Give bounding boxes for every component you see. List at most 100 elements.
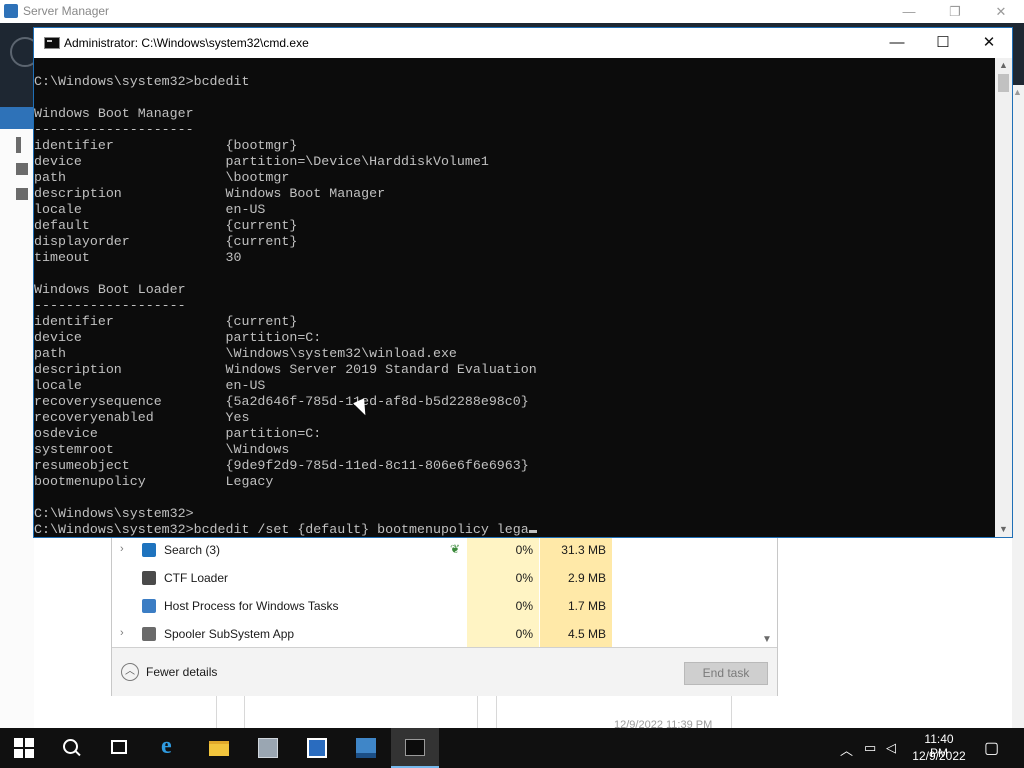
- suspended-leaf-icon: ❦: [450, 542, 461, 556]
- task-manager-scrollbar[interactable]: ▼: [758, 537, 776, 645]
- fewer-details-link[interactable]: Fewer details: [146, 665, 217, 679]
- cmd-titlebar[interactable]: Administrator: C:\Windows\system32\cmd.e…: [34, 28, 1012, 58]
- console-output[interactable]: C:\Windows\system32>bcdedit Windows Boot …: [34, 74, 994, 536]
- network-icon[interactable]: ▭: [864, 740, 876, 756]
- printer-icon: [142, 627, 156, 641]
- console-line: device partition=C:: [34, 330, 322, 345]
- console-line: description Windows Boot Manager: [34, 186, 386, 201]
- console-input-line[interactable]: C:\Windows\system32>bcdedit /set {defaul…: [34, 522, 994, 536]
- cmd-minimize-button[interactable]: —: [874, 28, 920, 58]
- sidebar-item-local-server[interactable]: [16, 137, 21, 153]
- console-line: systemroot \Windows: [34, 442, 290, 457]
- cmd-taskbar-button[interactable]: [391, 728, 439, 768]
- server-manager-title: Server Manager: [23, 4, 110, 18]
- server-manager-sidebar: [0, 107, 34, 728]
- internet-explorer-icon: e: [161, 733, 172, 759]
- clock-date[interactable]: 12/9/2022: [908, 749, 970, 763]
- cmd-icon: [44, 37, 60, 49]
- process-row[interactable]: › Search (3) ❦ 0% 31.3 MB: [112, 537, 777, 565]
- process-cpu: 0%: [467, 621, 539, 649]
- cmd-window: Administrator: C:\Windows\system32\cmd.e…: [33, 27, 1013, 538]
- dashboard-tile[interactable]: [244, 694, 478, 728]
- console-line: description Windows Server 2019 Standard…: [34, 362, 537, 377]
- server-manager-scrollbar[interactable]: ▲: [1012, 85, 1024, 728]
- cmd-maximize-button[interactable]: ☐: [920, 28, 966, 58]
- taskbar: e ︿ ▭ ◁ 11:40 PM 12/9/2022 ▢: [0, 728, 1024, 768]
- notifications-icon[interactable]: ▢: [984, 738, 999, 758]
- console-line: Windows Boot Manager: [34, 106, 194, 121]
- console-line: identifier {current}: [34, 314, 298, 329]
- process-row[interactable]: Host Process for Windows Tasks 0% 1.7 MB: [112, 593, 777, 621]
- task-view-icon: [111, 740, 127, 754]
- console-input-text[interactable]: C:\Windows\system32>bcdedit /set {defaul…: [34, 522, 529, 536]
- ctf-loader-icon: [142, 571, 156, 585]
- search-process-icon: [142, 543, 156, 557]
- process-name: Spooler SubSystem App: [164, 627, 295, 641]
- process-name: Host Process for Windows Tasks: [164, 599, 339, 613]
- console-line: resumeobject {9de9f2d9-785d-11ed-8c11-80…: [34, 458, 529, 473]
- cmd-taskbar-icon: [405, 739, 425, 756]
- process-cpu: 0%: [467, 593, 539, 621]
- show-hidden-icons-chevron[interactable]: ︿: [840, 740, 853, 759]
- file-explorer-icon: [209, 741, 229, 756]
- process-row[interactable]: › Spooler SubSystem App 0% 4.5 MB: [112, 621, 777, 649]
- console-line: timeout 30: [34, 250, 242, 265]
- scroll-up-arrow-icon[interactable]: ▲: [999, 60, 1008, 70]
- process-memory: 4.5 MB: [540, 621, 612, 649]
- file-explorer-button[interactable]: [195, 728, 243, 768]
- sidebar-item-file-storage[interactable]: [16, 188, 28, 200]
- chevron-up-circle-icon[interactable]: ︿: [121, 663, 139, 681]
- task-manager-footer: ︿ Fewer details End task: [112, 647, 777, 696]
- task-manager-window: › Search (3) ❦ 0% 31.3 MB CTF Loader 0% 2.9 MB H…: [111, 537, 778, 696]
- volume-icon[interactable]: ◁: [886, 740, 896, 756]
- server-manager-close-button[interactable]: ✕: [978, 0, 1024, 23]
- scroll-down-arrow-icon[interactable]: ▼: [999, 524, 1008, 534]
- process-name: CTF Loader: [164, 571, 229, 585]
- server-manager-minimize-button[interactable]: —: [886, 0, 932, 23]
- server-manager-titlebar[interactable]: Server Manager — ❐ ✕: [0, 0, 1024, 23]
- console-line: path \Windows\system32\winload.exe: [34, 346, 457, 361]
- console-line: locale en-US: [34, 378, 266, 393]
- end-task-button[interactable]: End task: [684, 662, 768, 685]
- server-manager-restore-button[interactable]: ❐: [932, 0, 978, 23]
- cmd-scrollbar[interactable]: ▲ ▼: [995, 58, 1012, 537]
- process-memory: 31.3 MB: [540, 537, 612, 565]
- process-memory: 1.7 MB: [540, 593, 612, 621]
- server-manager-taskbar-button[interactable]: [244, 728, 292, 768]
- cmd-title: Administrator: C:\Windows\system32\cmd.e…: [64, 36, 309, 50]
- task-manager-taskbar-button[interactable]: [342, 728, 390, 768]
- console-line: device partition=\Device\HarddiskVolume1: [34, 154, 489, 169]
- start-icon: [14, 738, 34, 758]
- cmd-close-button[interactable]: ✕: [966, 28, 1012, 58]
- console-line: recoveryenabled Yes: [34, 410, 250, 425]
- expand-chevron-icon[interactable]: ›: [120, 543, 124, 555]
- expand-chevron-icon[interactable]: ›: [120, 627, 124, 639]
- process-row[interactable]: CTF Loader 0% 2.9 MB: [112, 565, 777, 593]
- sidebar-item-dashboard[interactable]: [0, 107, 34, 129]
- server-manager-app-icon: [4, 4, 18, 18]
- console-line: identifier {bootmgr}: [34, 138, 298, 153]
- internet-explorer-button[interactable]: e: [146, 728, 194, 768]
- process-name: Search (3): [164, 543, 221, 557]
- task-manager-icon: [356, 738, 376, 758]
- powershell-icon: [307, 738, 327, 758]
- sidebar-item-all-servers[interactable]: [16, 163, 28, 175]
- console-line: path \bootmgr: [34, 170, 290, 185]
- console-line: displayorder {current}: [34, 234, 298, 249]
- console-line: -------------------: [34, 298, 186, 313]
- process-memory: 2.9 MB: [540, 565, 612, 593]
- console-line: bootmenupolicy Legacy: [34, 474, 274, 489]
- console-line: C:\Windows\system32>: [34, 506, 194, 521]
- start-button[interactable]: [0, 728, 48, 768]
- powershell-taskbar-button[interactable]: [293, 728, 341, 768]
- task-view-button[interactable]: [96, 728, 144, 768]
- process-cpu: 0%: [467, 537, 539, 565]
- search-button[interactable]: [48, 728, 96, 768]
- process-cpu: 0%: [467, 565, 539, 593]
- cmd-scrollbar-thumb[interactable]: [998, 74, 1009, 92]
- console-line: Windows Boot Loader: [34, 282, 186, 297]
- search-icon: [63, 739, 78, 754]
